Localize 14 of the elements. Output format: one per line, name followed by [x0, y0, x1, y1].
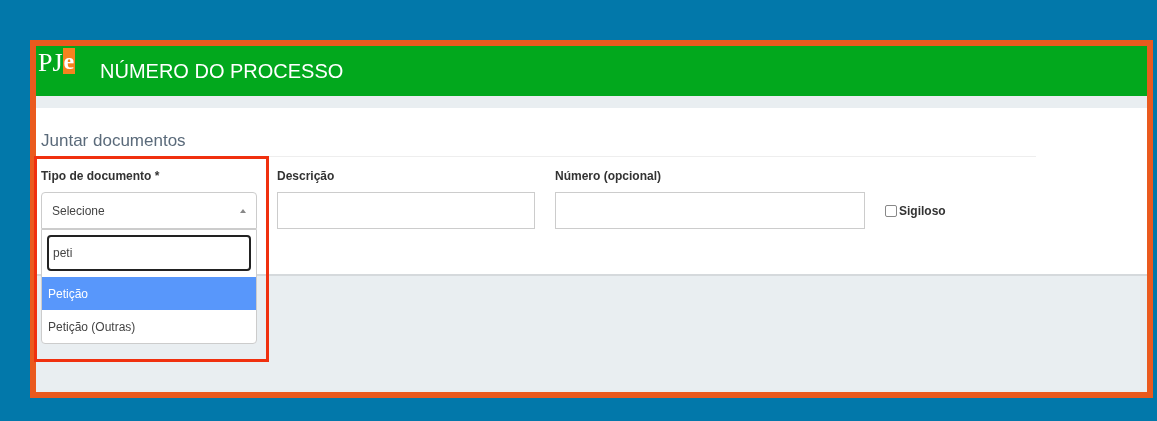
logo: PJe [37, 47, 77, 79]
field-label: Número (opcional) [555, 168, 662, 185]
field-label: Tipo de documento * [41, 168, 161, 185]
dropdown-option[interactable]: Petição (Outras) [42, 310, 256, 343]
search-field[interactable]: peti [47, 235, 251, 271]
checkbox[interactable] [885, 204, 897, 217]
text-field[interactable] [555, 192, 865, 229]
checkbox-label: Sigiloso [899, 202, 946, 220]
page-title: NÚMERO DO PROCESSO [100, 59, 344, 84]
caret-icon [240, 208, 246, 213]
text-field[interactable] [277, 192, 535, 229]
field-label: Descrição [277, 168, 336, 185]
document-type-select[interactable]: Selecione [41, 192, 257, 229]
section-title: Juntar documentos [41, 130, 187, 150]
